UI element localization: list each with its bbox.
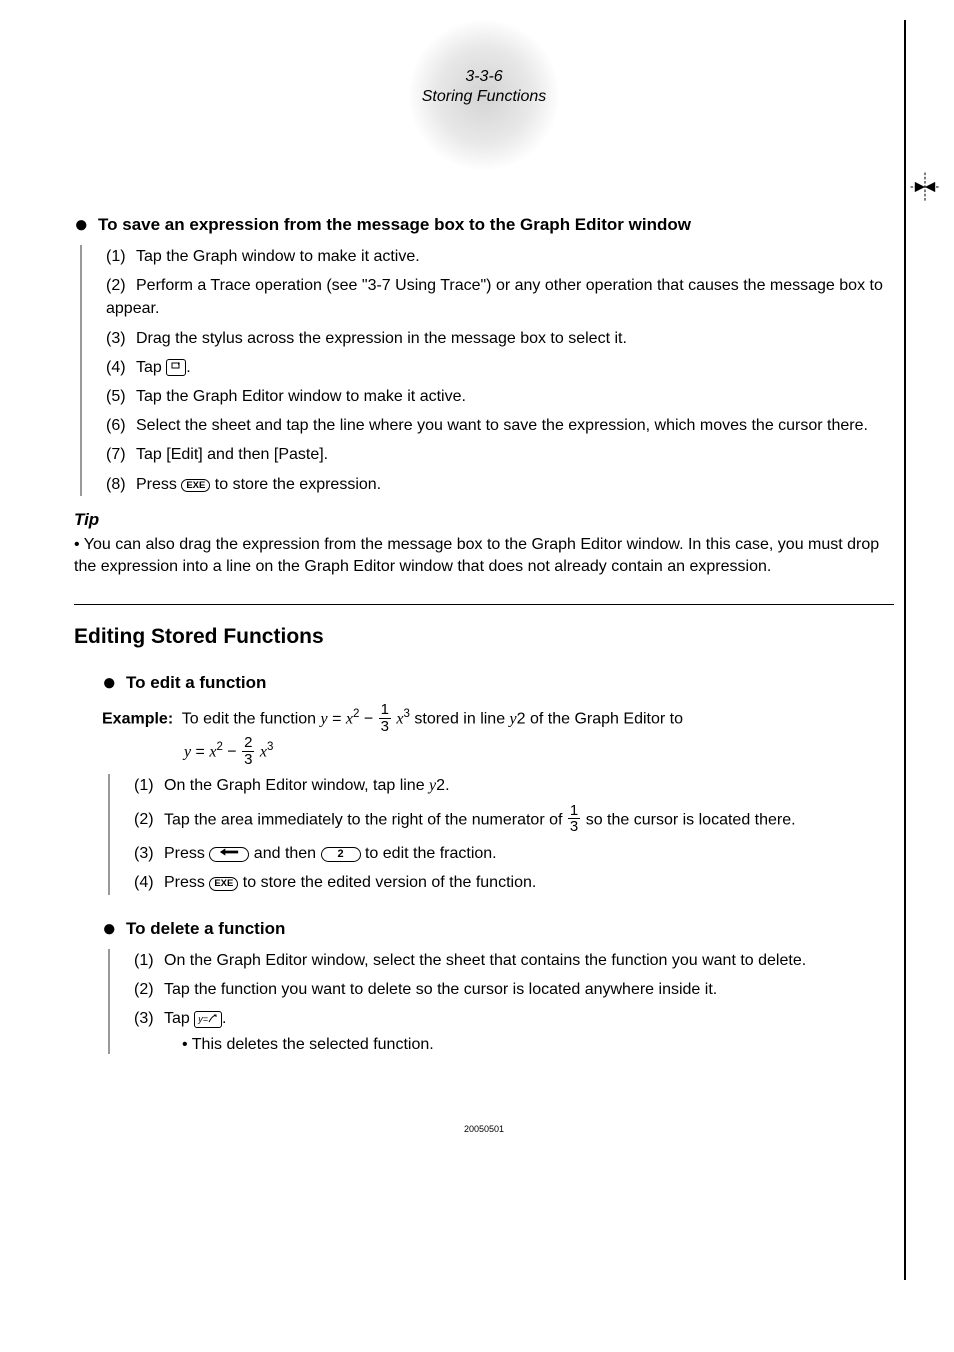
sec1-step4: (4)Tap . <box>100 356 894 379</box>
right-rule <box>904 20 906 1280</box>
page-header-badge: 3-3-6 Storing Functions <box>74 20 894 175</box>
sec1-step8: (8)Press EXE to store the expression. <box>100 473 894 496</box>
edit-heading: ● To edit a function <box>102 667 894 695</box>
backspace-key-icon <box>209 847 249 862</box>
sec1-step3: (3)Drag the stylus across the expression… <box>100 327 894 350</box>
del-step2: (2)Tap the function you want to delete s… <box>128 978 894 1001</box>
example-label: Example: <box>102 711 173 728</box>
sec1-steps: (1)Tap the Graph window to make it activ… <box>80 245 894 496</box>
exe-key-icon: EXE <box>209 877 238 891</box>
del-heading: ● To delete a function <box>102 913 894 941</box>
sec1-heading: ● To save an expression from the message… <box>74 209 894 237</box>
edit-step4: (4)Press EXE to store the edited version… <box>128 871 894 894</box>
sec1-step7: (7)Tap [Edit] and then [Paste]. <box>100 443 894 466</box>
section-separator <box>74 604 894 605</box>
edit-steps: (1)On the Graph Editor window, tap line … <box>108 774 894 894</box>
copy-icon <box>166 359 186 376</box>
page-number: 3-3-6 <box>389 67 579 87</box>
example-block: Example: To edit the function y = x2 − 1… <box>102 703 894 768</box>
two-key-icon: 2 <box>321 847 361 862</box>
edit-step3: (3)Press and then 2 to edit the fraction… <box>128 842 894 865</box>
edit-step1: (1)On the Graph Editor window, tap line … <box>128 774 894 797</box>
sec1-step6: (6)Select the sheet and tap the line whe… <box>100 414 894 437</box>
page-title: Storing Functions <box>422 88 547 105</box>
sec1-step1: (1)Tap the Graph window to make it activ… <box>100 245 894 268</box>
delete-icon: y= <box>194 1011 222 1028</box>
footer-date: 20050501 <box>74 1124 894 1134</box>
tip-heading: Tip <box>74 510 894 530</box>
del-step3: (3)Tap y=. <box>128 1007 894 1030</box>
sec1-step5: (5)Tap the Graph Editor window to make i… <box>100 385 894 408</box>
tip-body: • You can also drag the expression from … <box>74 534 894 579</box>
del-sub-bullet: • This deletes the selected function. <box>182 1036 894 1054</box>
edit-step2: (2)Tap the area immediately to the right… <box>128 804 894 837</box>
del-steps: (1)On the Graph Editor window, select th… <box>108 949 894 1055</box>
crop-mark-icon <box>908 170 942 204</box>
sec1-step2: (2)Perform a Trace operation (see "3-7 U… <box>100 274 894 320</box>
del-step1: (1)On the Graph Editor window, select th… <box>128 949 894 972</box>
sec2-title: Editing Stored Functions <box>74 625 894 649</box>
exe-key-icon: EXE <box>181 479 210 493</box>
